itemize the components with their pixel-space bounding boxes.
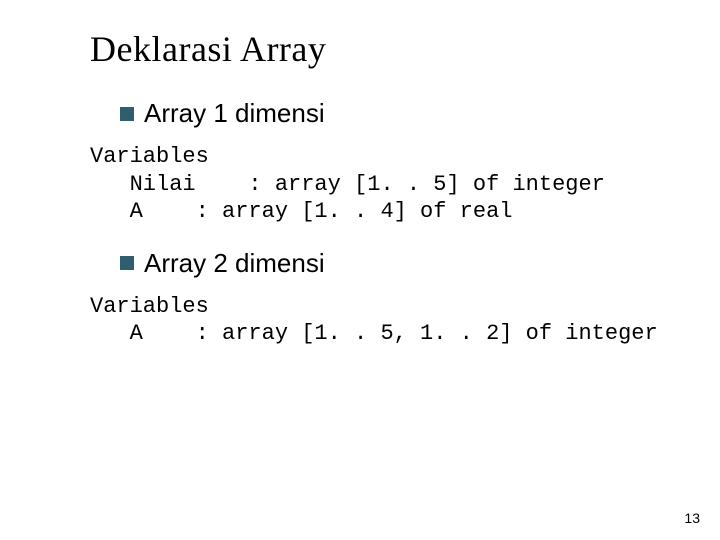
page-number: 13: [684, 510, 700, 526]
page-title: Deklarasi Array: [90, 28, 660, 70]
bullet-array-2d: Array 2 dimensi: [120, 248, 660, 279]
bullet-array-1d: Array 1 dimensi: [120, 98, 660, 129]
square-bullet-icon: [120, 256, 134, 270]
bullet-text-1d: Array 1 dimensi: [144, 98, 325, 129]
code-block-1d: Variables Nilai : array [1. . 5] of inte…: [90, 143, 660, 226]
square-bullet-icon: [120, 107, 134, 121]
bullet-text-2d: Array 2 dimensi: [144, 248, 325, 279]
code-block-2d: Variables A : array [1. . 5, 1. . 2] of …: [90, 293, 660, 348]
slide: Deklarasi Array Array 1 dimensi Variable…: [0, 0, 720, 540]
